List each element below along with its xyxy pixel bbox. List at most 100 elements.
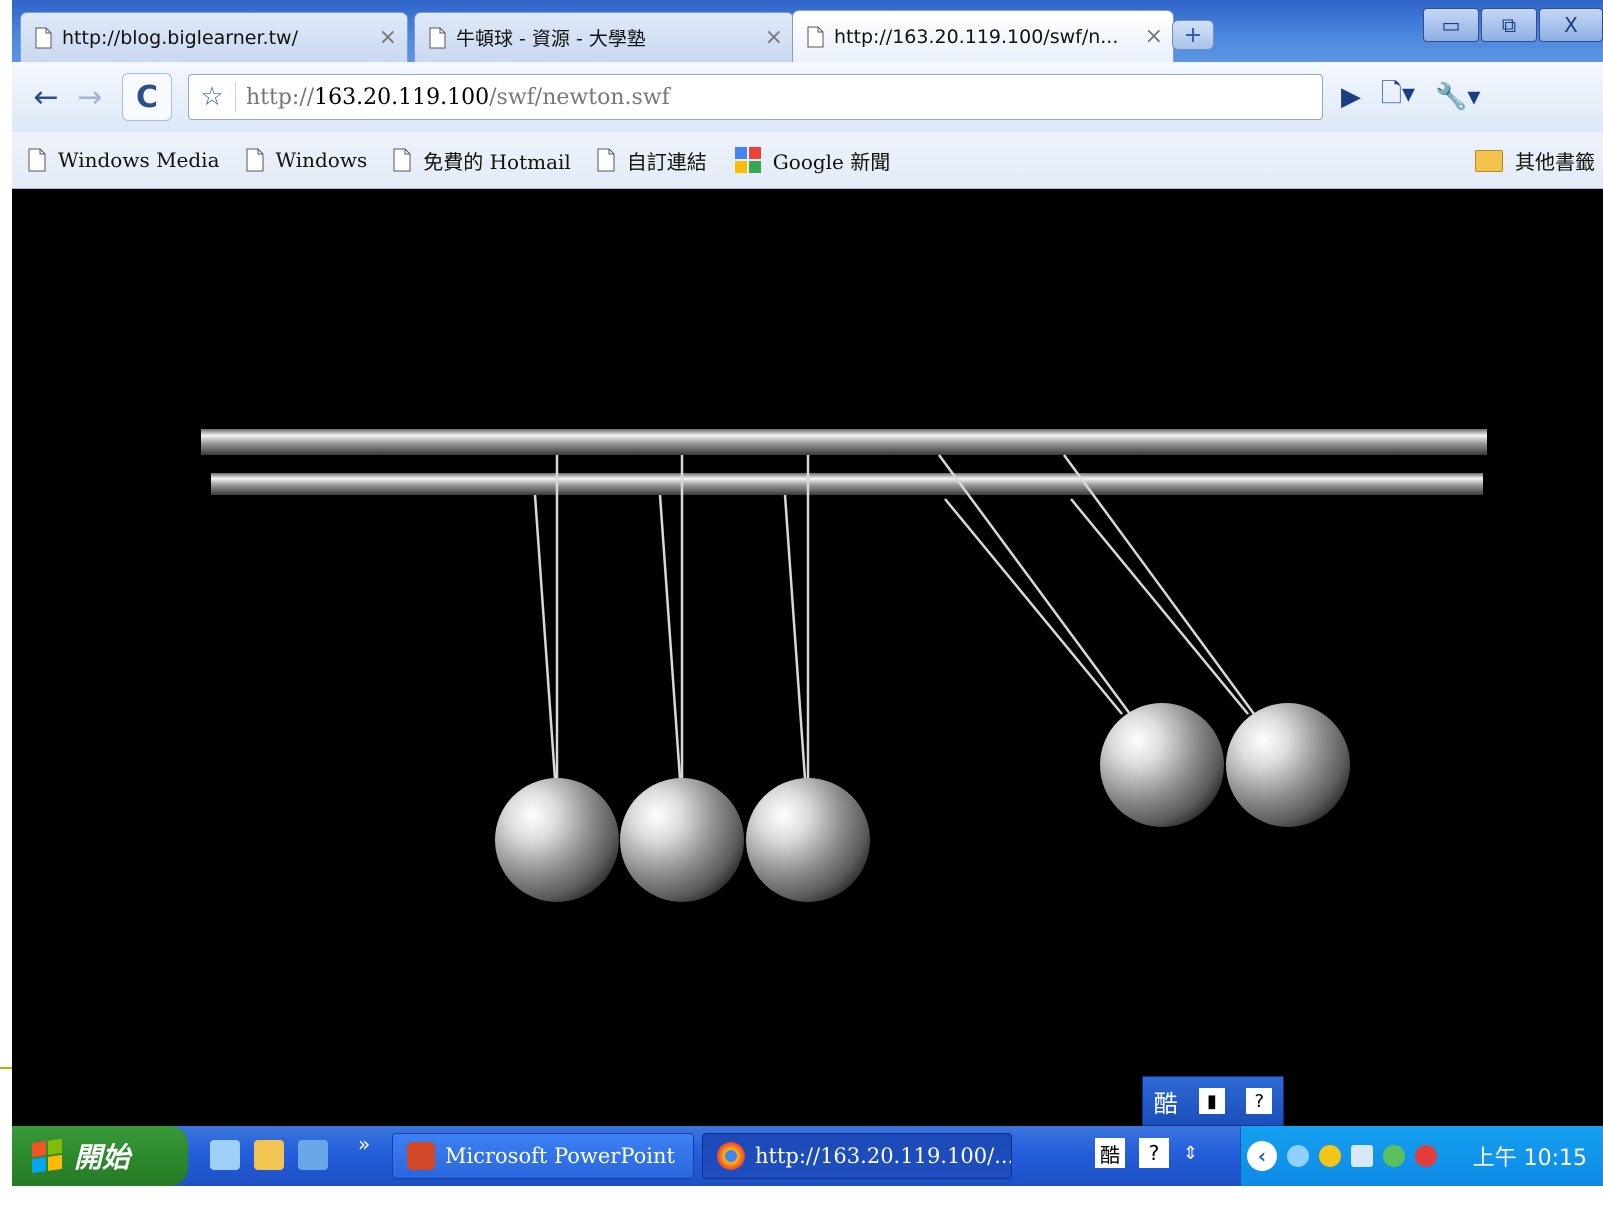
back-arrow-icon: ← xyxy=(33,79,59,115)
resting-balls xyxy=(495,778,870,902)
bookmark-hotmail[interactable]: 免費的 Hotmail xyxy=(393,146,571,175)
taskbar-item-powerpoint[interactable]: Microsoft PowerPoint xyxy=(392,1133,694,1179)
bookmark-label: Windows xyxy=(275,148,368,172)
ime-indicator[interactable]: 酷 xyxy=(1154,1084,1178,1119)
bookmark-label: 免費的 Hotmail xyxy=(423,149,571,174)
start-button[interactable]: 開始 xyxy=(12,1126,188,1186)
internet-explorer-icon[interactable] xyxy=(298,1140,328,1170)
minimize-icon: ▭ xyxy=(1441,13,1461,37)
go-play-icon[interactable]: ▶ xyxy=(1341,82,1361,112)
other-bookmarks-button[interactable]: 其他書籤 xyxy=(1475,146,1595,175)
ime-tray: 酷 ? ⇕ xyxy=(1095,1138,1198,1168)
reload-button[interactable]: C xyxy=(122,73,172,121)
ime-indicator[interactable]: 酷 xyxy=(1095,1138,1125,1168)
bookmark-star-icon[interactable]: ☆ xyxy=(189,82,236,112)
restore-icon: ⧉ xyxy=(1501,13,1517,37)
wrench-menu-icon[interactable]: 🔧▾ xyxy=(1435,82,1480,112)
top-rail-front xyxy=(201,429,1487,455)
bookmark-custom-links[interactable]: 自訂連結 xyxy=(597,146,707,175)
folder-icon xyxy=(1475,149,1503,172)
bookmark-windows-media[interactable]: Windows Media xyxy=(28,148,220,172)
tray-app-icon[interactable] xyxy=(1383,1145,1405,1167)
page-icon xyxy=(246,148,264,172)
page-menu-icon[interactable]: 🗋▾ xyxy=(1381,75,1415,119)
ball-4 xyxy=(1100,703,1224,827)
page-icon xyxy=(393,148,411,172)
powerpoint-icon xyxy=(407,1142,435,1170)
bottom-strip xyxy=(12,1186,1603,1211)
bookmark-windows[interactable]: Windows xyxy=(246,148,368,172)
back-button[interactable]: ← xyxy=(24,77,68,117)
help-icon[interactable]: ? xyxy=(1246,1088,1273,1114)
forward-arrow-icon: → xyxy=(77,79,103,115)
bookmarks-bar: Windows Media Windows 免費的 Hotmail 自訂連結 G… xyxy=(12,132,1603,189)
page-icon xyxy=(807,26,824,47)
antivirus-icon[interactable] xyxy=(1415,1145,1437,1167)
page-icon xyxy=(28,148,46,172)
chrome-icon xyxy=(717,1142,745,1170)
tab-close-icon[interactable]: × xyxy=(1145,24,1163,49)
system-tray: ‹ 上午 10:15 xyxy=(1240,1126,1603,1186)
quick-launch xyxy=(210,1140,328,1170)
reload-icon: C xyxy=(135,79,159,115)
browser-toolbar: ← → C ☆ http://163.20.119.100/swf/newton… xyxy=(12,62,1603,132)
ball-5 xyxy=(1226,703,1350,827)
tab-title: http://163.20.119.100/swf/n... xyxy=(834,25,1119,48)
page-icon xyxy=(35,27,52,48)
help-icon[interactable]: ? xyxy=(1139,1138,1169,1168)
keyboard-icon[interactable]: ▮ xyxy=(1198,1088,1225,1114)
quick-launch-more-icon[interactable]: » xyxy=(358,1132,370,1156)
tab-title: 牛頓球 - 資源 - 大學塾 xyxy=(456,28,646,50)
ball-1 xyxy=(495,778,619,902)
tab-biglearner[interactable]: http://blog.biglearner.tw/ × xyxy=(20,12,408,62)
windows-logo-icon xyxy=(32,1138,62,1174)
close-button[interactable]: X xyxy=(1539,8,1603,42)
restore-button[interactable]: ⧉ xyxy=(1481,8,1537,42)
url-host: 163.20.119.100 xyxy=(314,84,490,110)
page-icon xyxy=(597,148,615,172)
windows-taskbar: 開始 » Microsoft PowerPoint http://163.20.… xyxy=(12,1126,1603,1186)
bookmark-label: Google 新聞 xyxy=(772,149,891,174)
ball-3 xyxy=(746,778,870,902)
restore-langbar-icon[interactable]: ⇕ xyxy=(1183,1143,1198,1164)
url-scheme: http:// xyxy=(246,84,315,110)
show-desktop-icon[interactable] xyxy=(210,1140,240,1170)
ball-2 xyxy=(620,778,744,902)
other-bookmarks-label: 其他書籤 xyxy=(1515,150,1595,174)
bookmark-google-news[interactable]: Google 新聞 xyxy=(733,145,890,175)
tab-title: http://blog.biglearner.tw/ xyxy=(62,26,298,49)
task-label: Microsoft PowerPoint xyxy=(445,1144,675,1168)
toolbar-menus: ▶ 🗋▾ 🔧▾ xyxy=(1341,75,1480,119)
tab-newton-swf[interactable]: http://163.20.119.100/swf/n... × xyxy=(792,10,1174,62)
explorer-icon[interactable] xyxy=(254,1140,284,1170)
google-news-icon xyxy=(734,147,761,173)
tab-strip: http://blog.biglearner.tw/ × 牛頓球 - 資源 - … xyxy=(12,0,1603,62)
task-label: http://163.20.119.100/... xyxy=(755,1144,1012,1168)
minimize-button[interactable]: ▭ xyxy=(1423,8,1479,42)
tab-close-icon[interactable]: × xyxy=(765,25,783,50)
browser-window: http://blog.biglearner.tw/ × 牛頓球 - 資源 - … xyxy=(12,0,1603,1211)
close-icon: X xyxy=(1564,13,1578,37)
speaker-icon[interactable] xyxy=(1351,1145,1373,1167)
language-bar: 酷 ▮ ? xyxy=(1142,1076,1284,1126)
forward-button[interactable]: → xyxy=(68,77,112,117)
security-shield-icon[interactable] xyxy=(1319,1145,1341,1167)
tab-newton-resource[interactable]: 牛頓球 - 資源 - 大學塾 × xyxy=(414,12,794,62)
url-text: http://163.20.119.100/swf/newton.swf xyxy=(236,85,670,110)
newtons-cradle-scene xyxy=(201,429,1487,902)
url-path: /swf/newton.swf xyxy=(489,84,670,110)
network-icon[interactable] xyxy=(1287,1145,1309,1167)
raised-balls xyxy=(1100,703,1350,827)
address-bar[interactable]: ☆ http://163.20.119.100/swf/newton.swf xyxy=(188,74,1323,120)
window-controls: ▭ ⧉ X xyxy=(1421,8,1603,42)
top-rail-back xyxy=(211,473,1483,495)
bookmark-label: Windows Media xyxy=(58,148,220,172)
flash-content-area[interactable] xyxy=(12,189,1603,1126)
tray-expand-icon[interactable]: ‹ xyxy=(1247,1141,1277,1171)
start-label: 開始 xyxy=(74,1141,131,1174)
tab-close-icon[interactable]: × xyxy=(379,25,397,50)
bookmark-label: 自訂連結 xyxy=(626,149,707,174)
taskbar-item-chrome[interactable]: http://163.20.119.100/... xyxy=(702,1133,1012,1179)
clock[interactable]: 上午 10:15 xyxy=(1473,1140,1587,1172)
new-tab-button[interactable]: + xyxy=(1172,20,1214,50)
